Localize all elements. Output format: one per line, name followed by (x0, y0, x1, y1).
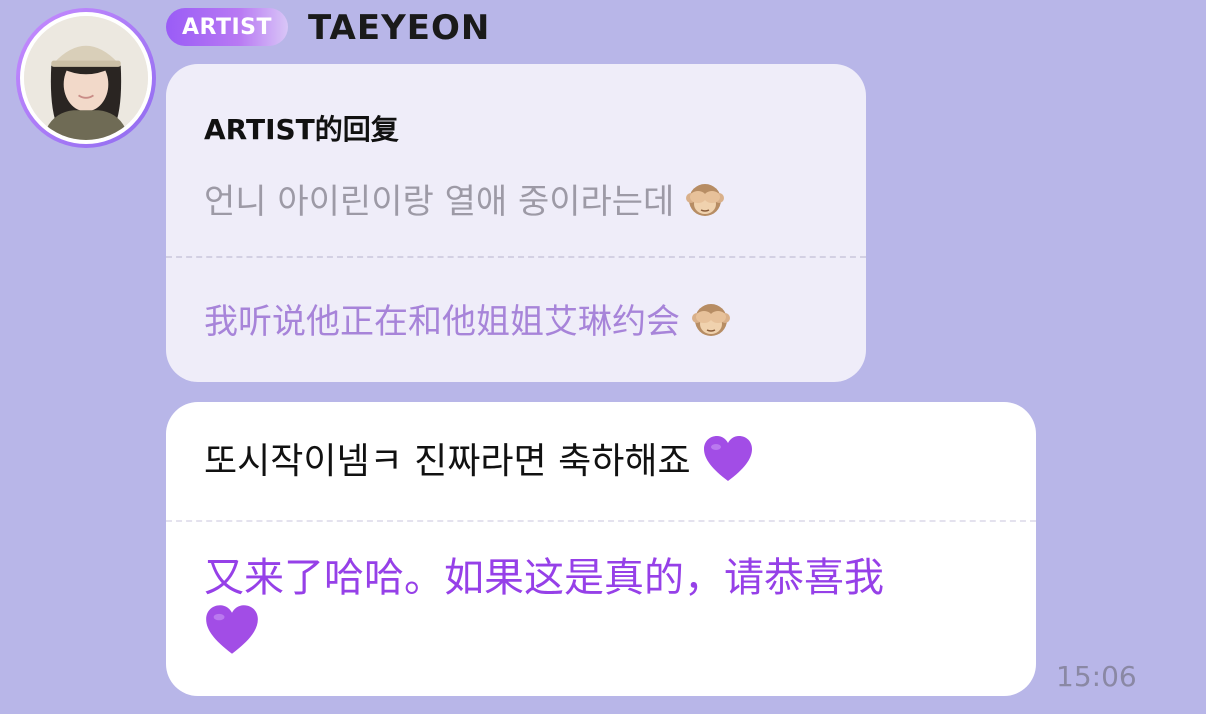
message-bubble[interactable]: 또시작이넴ㅋ 진짜라면 축하해죠 又来了哈哈。如果这是真的，请恭喜我 (166, 402, 1036, 696)
reply-original-label: 언니 아이린이랑 열애 중이라는데 (204, 182, 675, 222)
purple-heart-icon (204, 604, 260, 669)
message-translation-label: 又来了哈哈。如果这是真的，请恭喜我 (204, 555, 884, 601)
profile-photo-icon (20, 12, 152, 144)
artist-badge: ARTIST (166, 8, 288, 46)
reply-original-text: 언니 아이린이랑 열애 중이라는데 (204, 174, 725, 228)
see-no-evil-monkey-icon (691, 299, 731, 348)
see-no-evil-monkey-icon (685, 179, 725, 228)
message-divider (166, 520, 1036, 522)
avatar[interactable] (16, 8, 156, 148)
reply-quote-bubble[interactable]: ARTIST的回复 언니 아이린이랑 열애 중이라는데 我听说他正在和他姐姐艾琳… (166, 64, 866, 382)
purple-heart-icon (702, 435, 754, 492)
reply-title: ARTIST的回复 (204, 113, 399, 146)
message-timestamp: 15:06 (1056, 660, 1137, 693)
reply-translation-text: 我听说他正在和他姐姐艾琳约会 (204, 294, 731, 348)
reply-divider (166, 256, 866, 258)
message-original-text: 또시작이넴ㅋ 진짜라면 축하해죠 (204, 432, 754, 492)
reply-translation-label: 我听说他正在和他姐姐艾琳约会 (204, 302, 680, 342)
message-original-label: 또시작이넴ㅋ 진짜라면 축하해죠 (204, 441, 691, 482)
sender-name[interactable]: TAEYEON (308, 6, 490, 50)
message-translation-text: 又来了哈哈。如果这是真的，请恭喜我 (204, 552, 1004, 669)
